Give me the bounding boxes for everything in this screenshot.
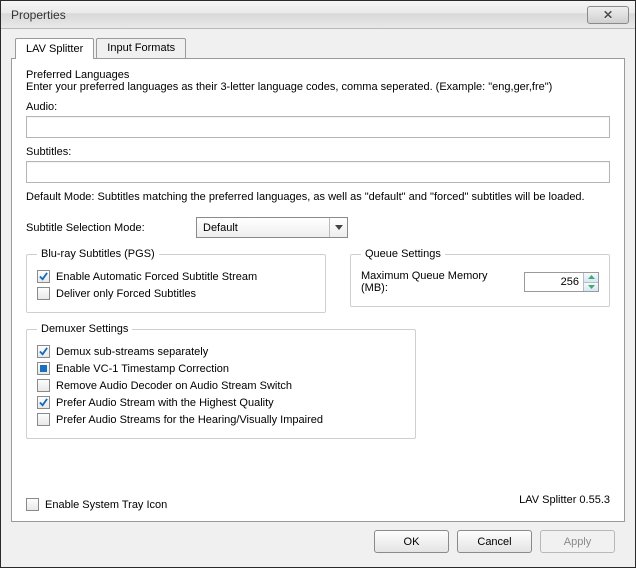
tab-panel: Preferred Languages Enter your preferred… [11,58,625,522]
tab-lav-splitter[interactable]: LAV Splitter [15,38,94,59]
checkbox-label: Prefer Audio Streams for the Hearing/Vis… [56,414,323,426]
subtitle-mode-combo[interactable]: Default [196,217,348,238]
demuxer-group: Demuxer Settings Demux sub-streams separ… [26,323,416,439]
checkbox-tray-icon[interactable] [26,498,39,511]
dialog-button-row: OK Cancel Apply [11,522,625,559]
checkbox-label: Prefer Audio Stream with the Highest Qua… [56,397,274,409]
properties-window: Properties ✕ LAV Splitter Input Formats … [0,0,636,568]
close-icon: ✕ [603,8,613,22]
tab-row: LAV Splitter Input Formats [11,37,625,58]
checkbox-vc1[interactable] [37,362,50,375]
queue-group: Queue Settings Maximum Queue Memory (MB)… [350,248,610,307]
queue-max-input[interactable] [525,273,583,291]
checkbox-auto-forced[interactable] [37,270,50,283]
subtitles-input[interactable] [26,161,610,183]
queue-legend: Queue Settings [361,248,445,260]
checkbox-prefer-hq[interactable] [37,396,50,409]
version-label: LAV Splitter 0.55.3 [519,494,610,506]
checkbox-label: Enable Automatic Forced Subtitle Stream [56,271,257,283]
demuxer-legend: Demuxer Settings [37,323,132,335]
spinner-down[interactable] [584,283,598,292]
checkbox-demux-substreams[interactable] [37,345,50,358]
subtitle-mode-row: Subtitle Selection Mode: Default [26,217,610,238]
spinner-up[interactable] [584,273,598,283]
tab-label: Input Formats [107,42,175,54]
queue-max-spinner[interactable] [524,272,599,292]
checkbox-remove-decoder[interactable] [37,379,50,392]
checkbox-label: Deliver only Forced Subtitles [56,288,196,300]
checkbox-prefer-hi[interactable] [37,413,50,426]
checkbox-label: Enable System Tray Icon [45,499,167,511]
pgs-legend: Blu-ray Subtitles (PGS) [37,248,159,260]
checkbox-label: Enable VC-1 Timestamp Correction [56,363,229,375]
cancel-button[interactable]: Cancel [457,530,532,553]
titlebar[interactable]: Properties ✕ [1,1,635,29]
window-title: Properties [11,8,587,22]
audio-input[interactable] [26,116,610,138]
subtitles-label: Subtitles: [26,146,610,158]
chevron-down-icon [329,218,347,237]
pref-lang-hint: Enter your preferred languages as their … [26,81,610,93]
checkbox-label: Demux sub-streams separately [56,346,208,358]
combo-value: Default [203,222,238,234]
queue-max-label: Maximum Queue Memory (MB): [361,270,514,294]
pgs-group: Blu-ray Subtitles (PGS) Enable Automatic… [26,248,326,313]
checkbox-only-forced[interactable] [37,287,50,300]
pref-lang-heading: Preferred Languages [26,69,610,81]
dialog-body: LAV Splitter Input Formats Preferred Lan… [1,29,635,567]
ok-button[interactable]: OK [374,530,449,553]
close-button[interactable]: ✕ [587,6,629,24]
apply-button[interactable]: Apply [540,530,615,553]
tab-label: LAV Splitter [26,43,83,55]
tab-input-formats[interactable]: Input Formats [96,38,186,58]
checkbox-label: Remove Audio Decoder on Audio Stream Swi… [56,380,292,392]
default-mode-text: Default Mode: Subtitles matching the pre… [26,191,610,203]
subtitle-mode-label: Subtitle Selection Mode: [26,222,186,234]
audio-label: Audio: [26,101,610,113]
